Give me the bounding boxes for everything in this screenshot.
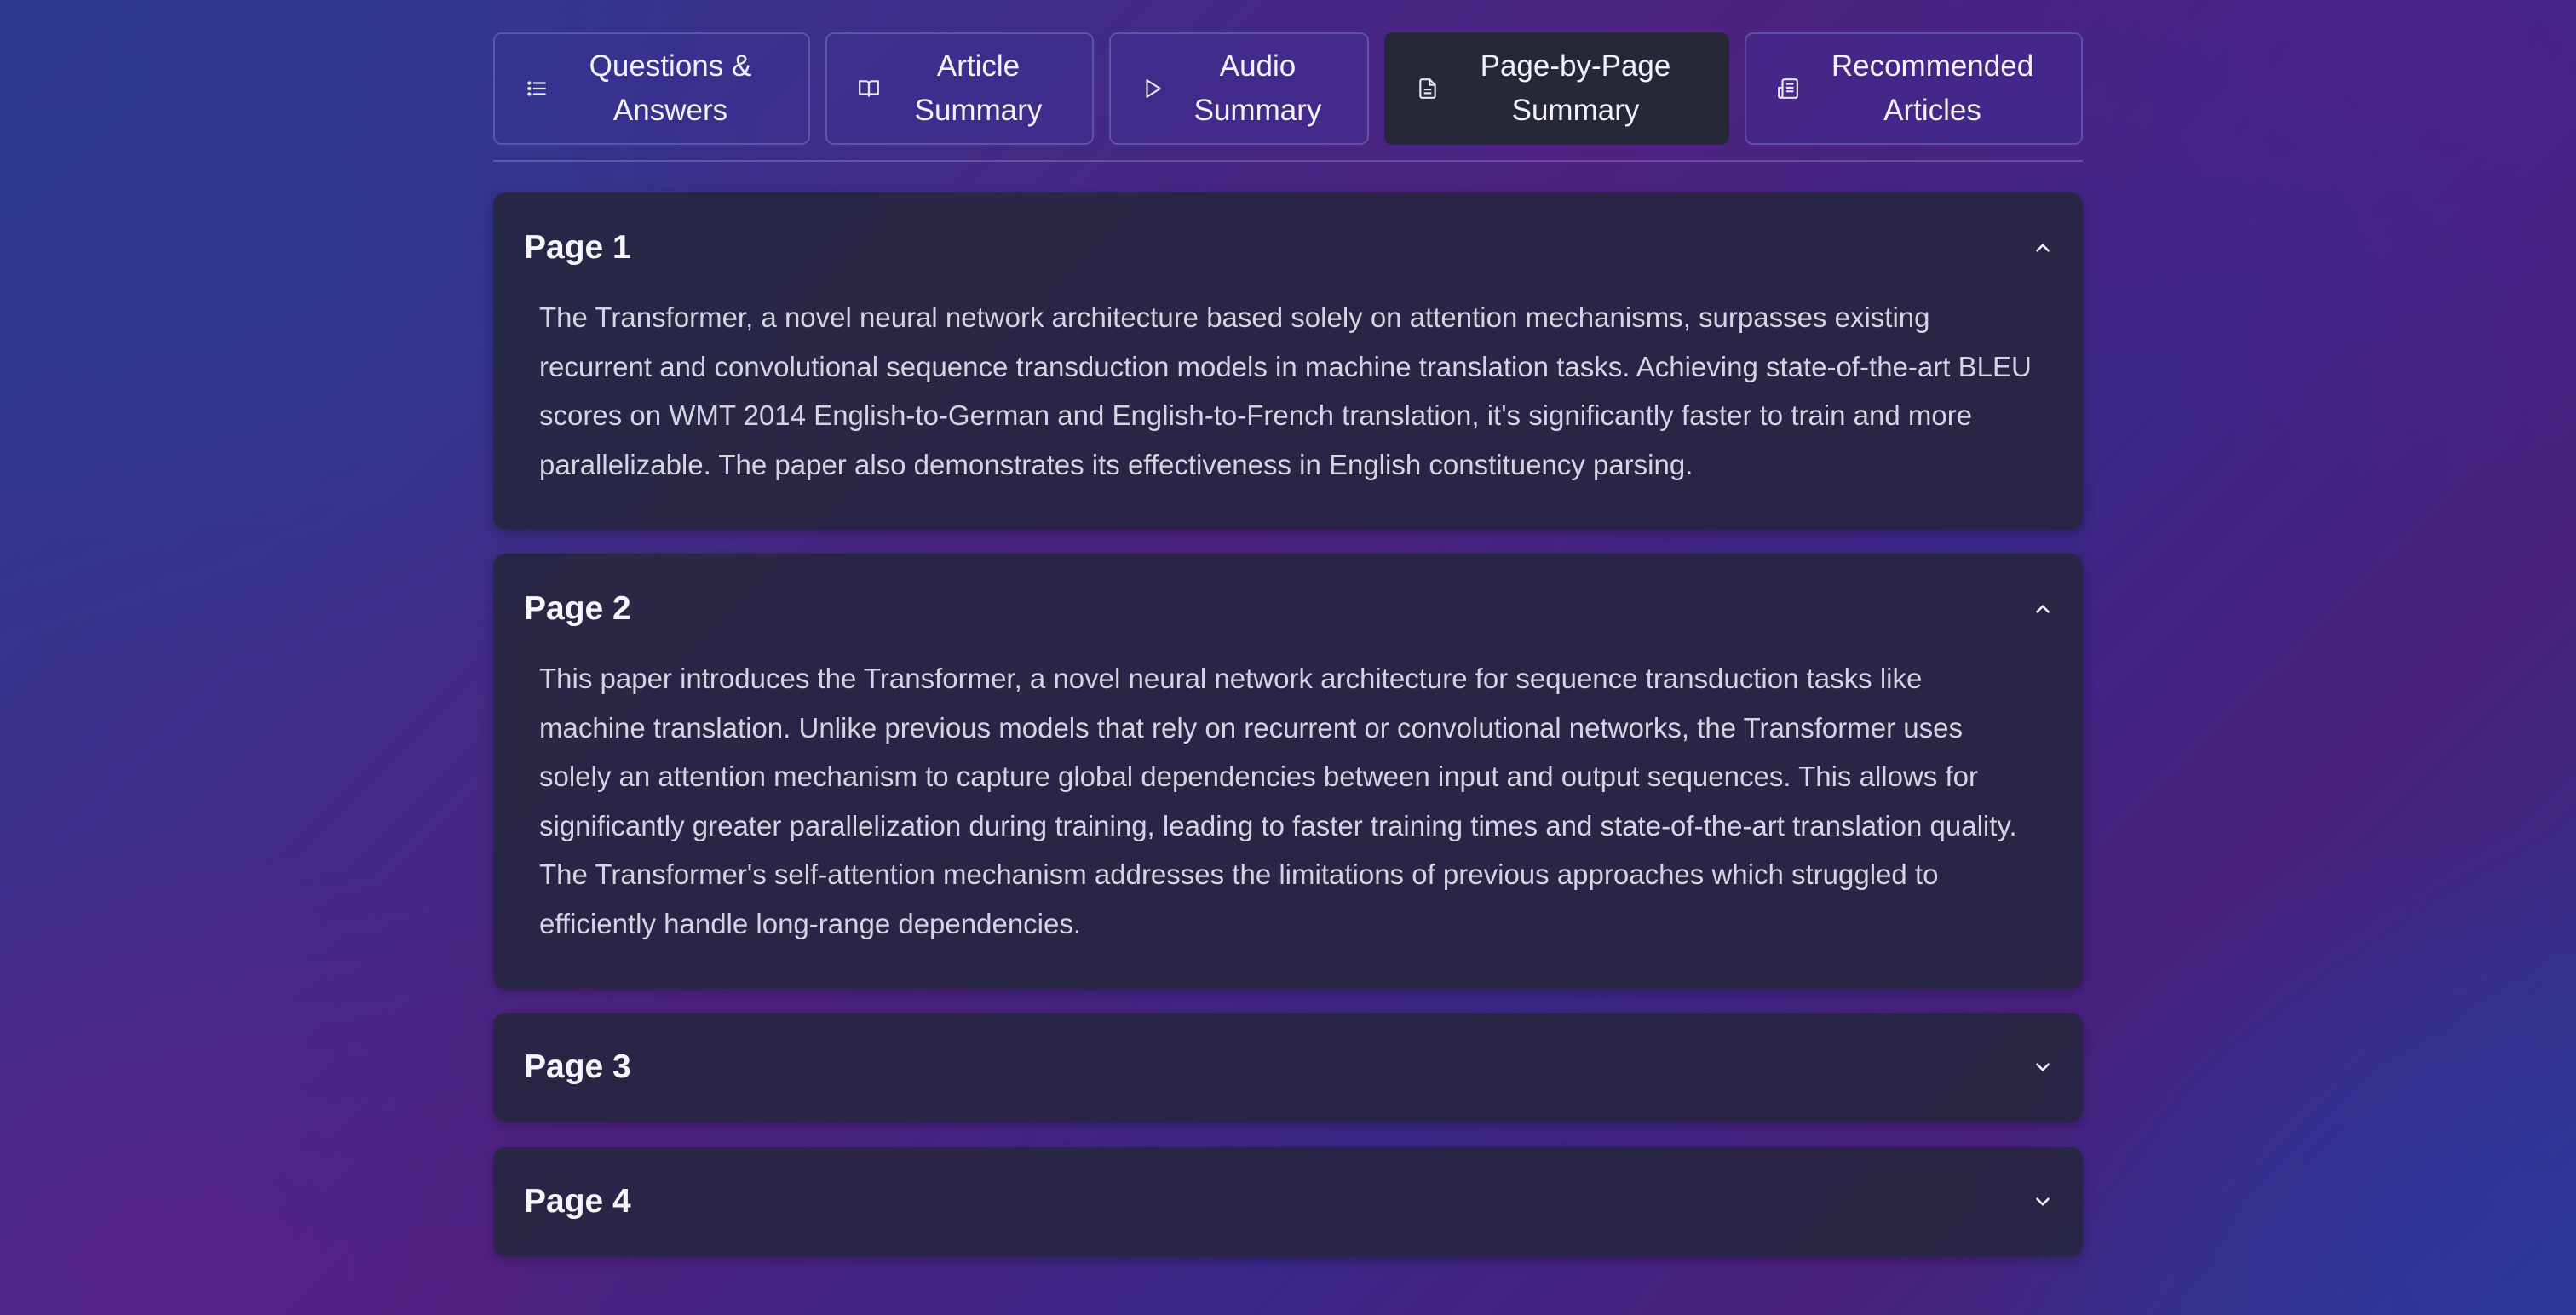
- page-title: Page 1: [524, 229, 631, 266]
- page-3-header[interactable]: Page 3: [493, 1013, 2083, 1122]
- page-title: Page 2: [524, 590, 631, 627]
- tab-divider: [493, 160, 2083, 162]
- page-2-panel: Page 2 This paper introduces the Transfo…: [493, 554, 2083, 989]
- chevron-down-icon[interactable]: [2032, 1056, 2054, 1078]
- page-summary-text: The Transformer, a novel neural network …: [539, 301, 2032, 480]
- book-icon: [859, 80, 879, 97]
- tab-label: Questions & Answers: [589, 49, 752, 127]
- page-1-header[interactable]: Page 1: [493, 192, 2083, 303]
- page-1-panel: Page 1 The Transformer, a novel neural n…: [493, 192, 2083, 530]
- play-icon: [1146, 79, 1161, 98]
- tab-label: Audio Summary: [1193, 49, 1322, 127]
- document-icon: [1419, 78, 1436, 99]
- page-summary-text: This paper introduces the Transformer, a…: [539, 663, 2017, 939]
- tab-article-summary[interactable]: Article Summary: [825, 32, 1094, 145]
- chevron-up-icon[interactable]: [2032, 598, 2054, 620]
- page-title: Page 3: [524, 1048, 631, 1085]
- tab-label: Recommended Articles: [1831, 49, 2034, 127]
- tab-label: Page-by-Page Summary: [1480, 49, 1671, 127]
- chevron-up-icon[interactable]: [2032, 237, 2054, 259]
- newspaper-icon: [1778, 78, 1798, 99]
- page-title: Page 4: [524, 1183, 631, 1220]
- list-icon: [527, 81, 546, 96]
- page-4-panel: Page 4: [493, 1147, 2083, 1256]
- tab-bar: Questions & Answers Article Summary Audi…: [493, 32, 2083, 145]
- tab-recommended-articles[interactable]: Recommended Articles: [1745, 32, 2083, 145]
- tab-audio-summary[interactable]: Audio Summary: [1109, 32, 1369, 145]
- chevron-down-icon[interactable]: [2032, 1191, 2054, 1213]
- summary-view: Questions & Answers Article Summary Audi…: [493, 32, 2083, 1256]
- page-2-header[interactable]: Page 2: [493, 554, 2083, 664]
- page-4-header[interactable]: Page 4: [493, 1147, 2083, 1256]
- tab-questions-answers[interactable]: Questions & Answers: [493, 32, 810, 145]
- tab-page-by-page-summary[interactable]: Page-by-Page Summary: [1384, 32, 1729, 145]
- page-3-panel: Page 3: [493, 1013, 2083, 1122]
- tab-label: Article Summary: [914, 49, 1043, 127]
